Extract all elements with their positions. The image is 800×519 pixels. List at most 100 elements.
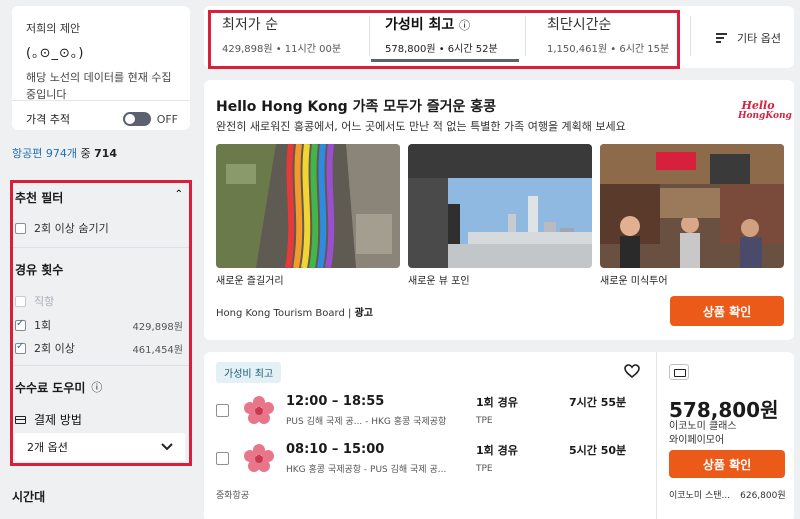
- recommended-filter-header[interactable]: 추천 필터 ⌃: [15, 189, 183, 206]
- divider: [525, 16, 526, 56]
- leg-duration: 5시간 50분: [569, 444, 627, 457]
- leg-via: TPE: [476, 464, 493, 474]
- time-filter-heading[interactable]: 시간대: [12, 488, 45, 505]
- fare-class: 이코노미 클래스: [669, 421, 737, 432]
- stops-one-checkbox[interactable]: [15, 318, 26, 331]
- deal-message: 해당 노선의 데이터를 현재 수집 중입니다: [26, 71, 172, 101]
- info-icon[interactable]: ⓘ: [91, 379, 102, 396]
- fee-assistant-heading: 수수료 도우미: [15, 381, 86, 395]
- flight-cta-button[interactable]: 상품 확인: [669, 450, 785, 478]
- ad-card: Hello Hong Kong 가족 모두가 즐거운 홍콩 완전히 새로워진 홍…: [204, 80, 794, 340]
- leg-stops: 1회 경유: [476, 444, 518, 457]
- toggle-state: OFF: [156, 112, 178, 126]
- divider: [690, 16, 691, 56]
- price-track-label: 가격 추적: [26, 113, 70, 126]
- stops-one-label: 1회: [34, 319, 52, 332]
- ad-image-street-food[interactable]: [600, 144, 784, 268]
- sort-bar: 최저가 순 429,898원 • 11시간 00분 가성비 최고 ⓘ 578,8…: [204, 6, 794, 69]
- ad-sponsor: Hong Kong Tourism Board | 광고: [216, 308, 373, 319]
- airline-plum-blossom-icon: [244, 444, 274, 475]
- tab-cheapest-title: 최저가 순: [222, 17, 278, 33]
- sort-icon: [716, 33, 727, 43]
- best-value-badge: 가성비 최고: [216, 362, 282, 383]
- payment-method-select[interactable]: 2개 옵션: [15, 433, 185, 461]
- flight-leg-outbound: 12:00 – 18:55 PUS 김해 국제 공... - HKG 홍콩 국제…: [216, 394, 644, 434]
- recommended-filter-heading: 추천 필터: [15, 191, 64, 205]
- stops-filter-header: 경유 횟수: [15, 261, 183, 278]
- flight-count: 항공편 974개 중 714: [12, 145, 117, 161]
- payment-method-label: 결제 방법: [34, 413, 82, 427]
- flight-result-card[interactable]: 가성비 최고 12:00 – 18:55 PUS 김해 국제 공... - HK…: [204, 352, 794, 519]
- alt-fare[interactable]: 이코노미 스탠... 626,800원: [669, 488, 786, 501]
- leg-via: TPE: [476, 416, 493, 426]
- stops-option-one[interactable]: 1회 429,898원: [15, 317, 183, 333]
- credit-card-icon: [15, 415, 26, 424]
- leg-route: HKG 홍콩 국제공항 - PUS 김해 국제 공...: [286, 465, 447, 475]
- divider: [13, 247, 189, 248]
- tab-best-value-sub: 578,800원 • 6시간 52분: [385, 44, 498, 55]
- stops-filter-heading: 경유 횟수: [15, 263, 64, 277]
- toggle-track[interactable]: [122, 112, 151, 126]
- ad-caption-2: 새로운 뷰 포인: [408, 276, 470, 287]
- flight-leg-return: 08:10 – 15:00 HKG 홍콩 국제공항 - PUS 김해 국제 공.…: [216, 442, 644, 482]
- tab-best-value[interactable]: 가성비 최고 ⓘ 578,800원 • 6시간 52분: [375, 14, 508, 60]
- deal-face: (｡⊙_⊙｡): [26, 46, 85, 61]
- info-icon[interactable]: ⓘ: [459, 19, 470, 32]
- tab-fastest[interactable]: 최단시간순 1,150,461원 • 6시간 15분: [537, 14, 679, 60]
- divider: [13, 365, 189, 366]
- price-panel: 578,800원 이코노미 클래스 와이페이모어 상품 확인 이코노미 스탠..…: [656, 352, 794, 519]
- chevron-up-icon[interactable]: ⌃: [175, 189, 183, 206]
- ad-cta-button[interactable]: 상품 확인: [670, 296, 784, 326]
- alt-fare-price: 626,800원: [740, 491, 786, 501]
- flight-price: 578,800원: [669, 398, 779, 422]
- divider: [369, 16, 370, 56]
- more-options-button[interactable]: 기타 옵션: [716, 30, 781, 46]
- ad-image-museum[interactable]: [408, 144, 592, 268]
- ad-caption-3: 새로운 미식투어: [600, 276, 668, 287]
- stops-two-plus-price: 461,454원: [132, 344, 183, 356]
- stops-option-two-plus[interactable]: 2회 이상 461,454원: [15, 340, 183, 356]
- leg-stops: 1회 경유: [476, 396, 518, 409]
- airline-name: 중화항공: [216, 491, 250, 501]
- leg-route: PUS 김해 국제 공... - HKG 홍콩 국제공항: [286, 417, 447, 427]
- hong-kong-logo: Hello HongKong: [738, 99, 792, 121]
- ad-image-rainbow-escalator[interactable]: [216, 144, 400, 268]
- stops-two-plus-label: 2회 이상: [34, 342, 75, 355]
- flight-count-link[interactable]: 항공편 974개: [12, 147, 77, 160]
- tab-fastest-title: 최단시간순: [547, 17, 612, 33]
- fare-provider: 와이페이모어: [669, 435, 725, 446]
- deal-title: 저희의 제안: [26, 22, 81, 35]
- payment-method-row: 결제 방법: [15, 411, 183, 428]
- leg-checkbox[interactable]: [216, 452, 229, 465]
- tab-best-value-title: 가성비 최고 ⓘ: [385, 17, 471, 33]
- price-track-row: 가격 추적 OFF: [26, 110, 178, 128]
- stops-one-price: 429,898원: [132, 321, 183, 333]
- hide-two-plus-filter[interactable]: 2회 이상 숨기기: [15, 220, 183, 236]
- stops-option-direct: 직항: [15, 293, 183, 309]
- tab-cheapest[interactable]: 최저가 순 429,898원 • 11시간 00분: [212, 14, 351, 60]
- credit-card-icon: [669, 364, 689, 380]
- leg-times: 12:00 – 18:55: [286, 394, 385, 409]
- leg-times: 08:10 – 15:00: [286, 442, 385, 457]
- more-options-label: 기타 옵션: [737, 32, 781, 45]
- ad-title: Hello Hong Kong 가족 모두가 즐거운 홍콩: [216, 99, 497, 115]
- fare-details: 이코노미 클래스 와이페이모어: [669, 420, 737, 448]
- price-track-toggle[interactable]: OFF: [122, 112, 178, 126]
- heart-icon[interactable]: [624, 364, 640, 381]
- filter-panel: 추천 필터 ⌃ 2회 이상 숨기기 경유 횟수 직항 1회 429,898원 2…: [10, 180, 192, 466]
- ad-description: 완전히 새로워진 홍콩에서, 어느 곳에서도 만난 적 없는 특별한 가족 여행…: [216, 120, 626, 133]
- stops-two-plus-checkbox[interactable]: [15, 341, 26, 354]
- leg-checkbox[interactable]: [216, 404, 229, 417]
- divider: [12, 100, 190, 101]
- hide-two-plus-checkbox[interactable]: [15, 222, 26, 234]
- tab-fastest-sub: 1,150,461원 • 6시간 15분: [547, 44, 670, 55]
- toggle-knob: [124, 114, 135, 124]
- flight-count-shown: 714: [94, 147, 118, 160]
- flight-count-middle: 중: [76, 147, 95, 160]
- deal-card: 저희의 제안 (｡⊙_⊙｡) 해당 노선의 데이터를 현재 수집 중입니다 가격…: [12, 6, 190, 130]
- tab-cheapest-sub: 429,898원 • 11시간 00분: [222, 44, 342, 55]
- payment-method-value: 2개 옵션: [27, 441, 68, 454]
- chevron-down-icon: [161, 441, 173, 454]
- fee-assistant-header: 수수료 도우미 ⓘ: [15, 379, 183, 396]
- stops-direct-checkbox: [15, 295, 26, 307]
